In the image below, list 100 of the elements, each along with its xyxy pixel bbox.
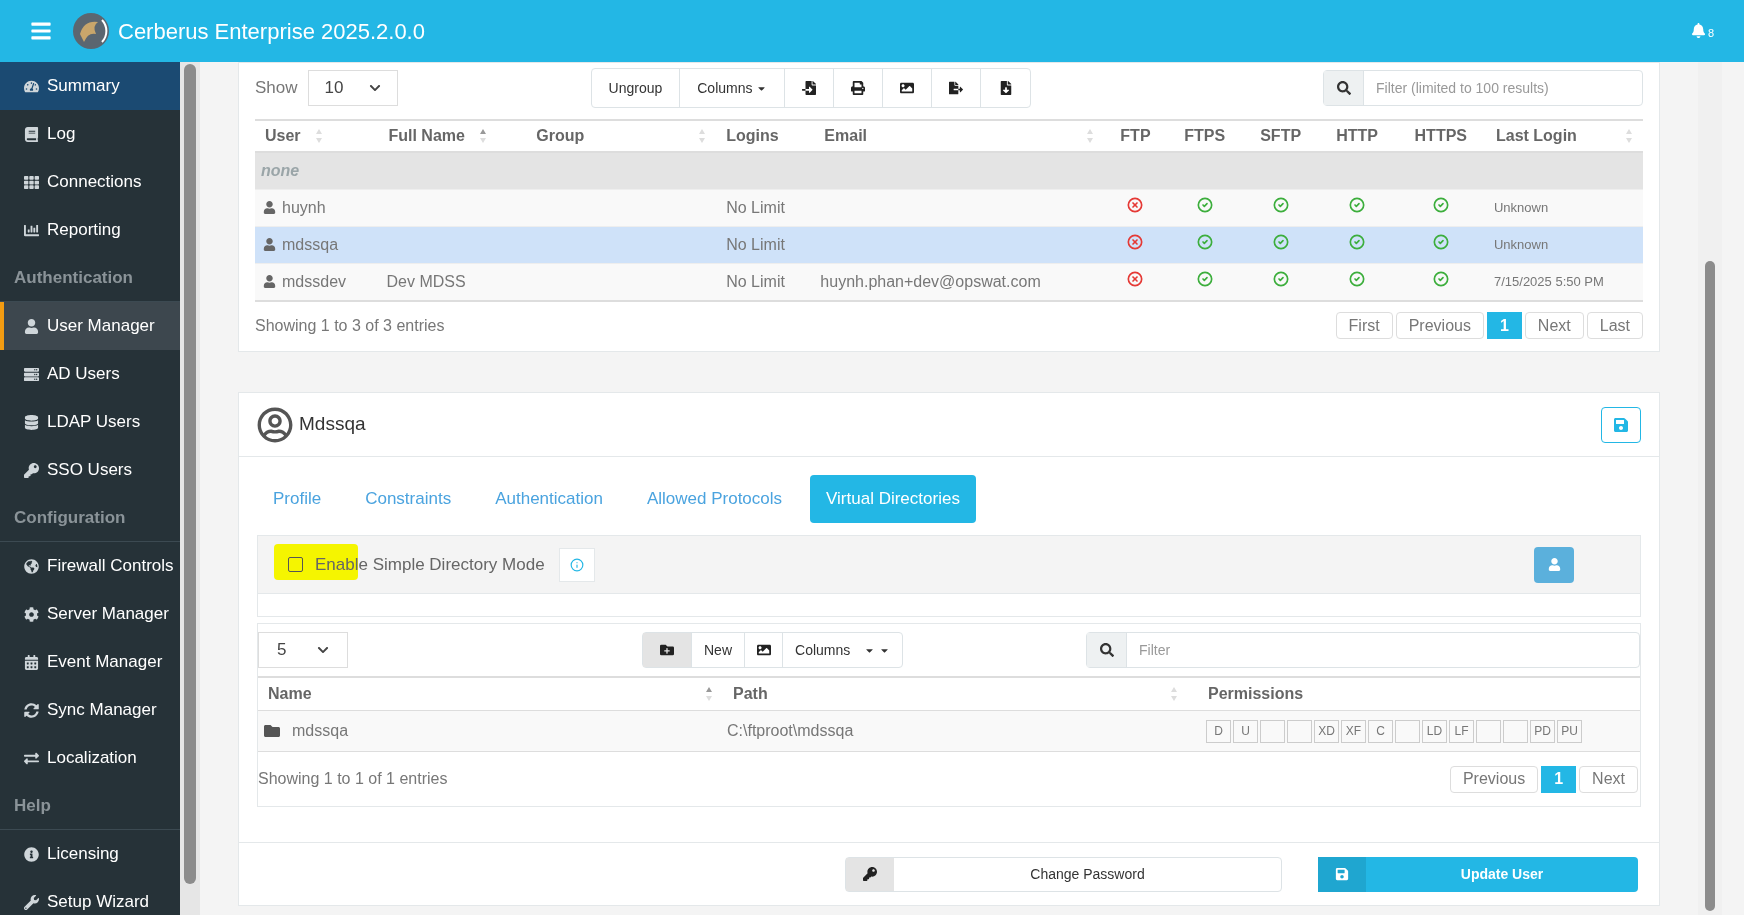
new-folder-button[interactable] [643, 633, 691, 667]
column-header[interactable]: Name [268, 682, 312, 706]
folder-plus-icon [660, 643, 674, 657]
book-icon [24, 126, 39, 142]
info-icon [24, 846, 39, 862]
permission-flag: U [1233, 719, 1258, 743]
search-icon [1336, 81, 1351, 95]
column-header[interactable]: User [265, 124, 301, 148]
user-icon [263, 238, 276, 251]
image-icon [900, 81, 915, 95]
ungroup-button[interactable]: Ungroup [591, 69, 681, 107]
sidebar-item[interactable]: Connections [0, 158, 180, 206]
entries-info: Showing 1 to 3 of 3 entries [255, 315, 445, 336]
page-button[interactable]: Next [1524, 312, 1584, 339]
scrollbar-thumb[interactable] [184, 64, 196, 884]
database-icon [24, 414, 39, 430]
change-password-button[interactable]: Change Password [845, 856, 1282, 892]
permission-flag: XF [1341, 719, 1366, 743]
table-cell: No Limit [726, 198, 785, 216]
notification-count: 8 [1707, 25, 1714, 41]
sort-icon [1625, 128, 1633, 144]
permission-slot [1476, 719, 1501, 743]
sidebar-item[interactable]: Event Manager [0, 638, 180, 686]
column-header[interactable]: HTTPS [1414, 124, 1467, 148]
import-icon [802, 81, 817, 95]
scrollbar-thumb[interactable] [1705, 261, 1715, 911]
export-icon [949, 81, 964, 95]
column-header[interactable]: Full Name [388, 124, 465, 148]
page-button[interactable]: Previous [1395, 312, 1484, 339]
column-header[interactable]: SFTP [1260, 124, 1302, 148]
sidebar-item[interactable]: Log [0, 110, 180, 158]
logo-icon [72, 12, 110, 50]
key-icon [863, 867, 877, 881]
server-icon [24, 366, 39, 382]
sidebar-item[interactable]: AD Users [0, 350, 180, 398]
sidebar-item[interactable]: LDAP Users [0, 398, 180, 446]
sidebar-item[interactable]: Summary [0, 62, 180, 110]
user-row[interactable]: huynh No Limit Unknown [255, 189, 1643, 226]
grid-icon [24, 174, 39, 190]
columns-button[interactable]: Columns [783, 633, 903, 667]
table-cell: Dev MDSS [386, 272, 466, 290]
sort-icon [1086, 128, 1095, 144]
download-icon [999, 81, 1013, 95]
sidebar-item[interactable]: Licensing [0, 830, 180, 878]
permission-flag: LD [1422, 719, 1447, 743]
page-button[interactable]: First [1335, 312, 1393, 339]
print-icon [851, 81, 866, 95]
sidebar-item[interactable]: SSO Users [0, 446, 180, 494]
page-size-select[interactable]: 5 [258, 632, 348, 668]
simple-mode-checkbox[interactable] [288, 557, 303, 572]
app-title: Cerberus Enterprise 2025.2.0.0 [118, 17, 425, 46]
sidebar-item[interactable]: Firewall Controls [0, 542, 180, 590]
swap-icon [24, 750, 39, 766]
sidebar-item[interactable]: Server Manager [0, 590, 180, 638]
user-icon [263, 275, 276, 289]
new-button[interactable]: New [691, 633, 745, 667]
column-header[interactable]: FTP [1120, 124, 1151, 148]
table-cell-text: mdssdev [282, 271, 347, 292]
table-cell: C:\ftproot\mdssqa [727, 722, 854, 739]
page-button[interactable]: Previous [1449, 765, 1539, 793]
filter-field[interactable]: Filter (limited to 100 results) [1323, 70, 1643, 106]
column-header: Permissions [1208, 685, 1304, 702]
sort-icon [1170, 686, 1178, 702]
wrench-icon [24, 894, 39, 910]
user-row[interactable]: mdssdev Dev MDSS No Limit huynh.phan+dev@opswat.com 7/15/2025 5:50 PM [255, 263, 1643, 300]
settings-icon [24, 606, 39, 622]
column-header[interactable]: Last Login [1495, 124, 1577, 148]
sidebar-item[interactable]: Sync Manager [0, 686, 180, 734]
group-label: none [261, 161, 300, 179]
columns-button[interactable]: Columns [680, 69, 786, 107]
table-cell: Unknown [1493, 199, 1549, 215]
sort-icon [705, 686, 713, 702]
calendar-icon [24, 654, 39, 670]
table-cell: No Limit [726, 272, 785, 290]
page-button[interactable]: Next [1579, 765, 1638, 793]
page-button[interactable]: Last [1586, 312, 1643, 339]
page-size-select[interactable]: 10 [307, 70, 398, 106]
column-header[interactable]: Email [824, 124, 868, 148]
permission-flag: D [1206, 719, 1231, 743]
column-header[interactable]: Group [536, 124, 585, 148]
permission-flag: PD [1530, 719, 1555, 743]
filter-input[interactable]: Filter (limited to 100 results) [1364, 71, 1642, 105]
globe-icon [24, 558, 39, 574]
user-avatar-icon [257, 406, 293, 443]
sidebar-item[interactable]: Setup Wizard [0, 878, 180, 915]
key-icon [24, 462, 39, 478]
column-header[interactable]: Path [733, 682, 768, 706]
table-cell: 7/15/2025 5:50 PM [1493, 274, 1604, 289]
sidebar-item[interactable]: Reporting [0, 206, 180, 254]
image-icon [756, 643, 771, 657]
permission-slot [1260, 719, 1285, 743]
column-header[interactable]: HTTP [1336, 124, 1378, 148]
sidebar-item[interactable]: User Manager [0, 302, 180, 350]
column-header[interactable]: Logins [726, 124, 779, 148]
column-header[interactable]: FTPS [1184, 124, 1226, 148]
permission-slot [1287, 719, 1312, 743]
table-cell: Unknown [1493, 236, 1549, 252]
sidebar-item[interactable]: Localization [0, 734, 180, 782]
user-icon [1547, 558, 1561, 571]
user-name: Mdssqa [299, 412, 366, 437]
